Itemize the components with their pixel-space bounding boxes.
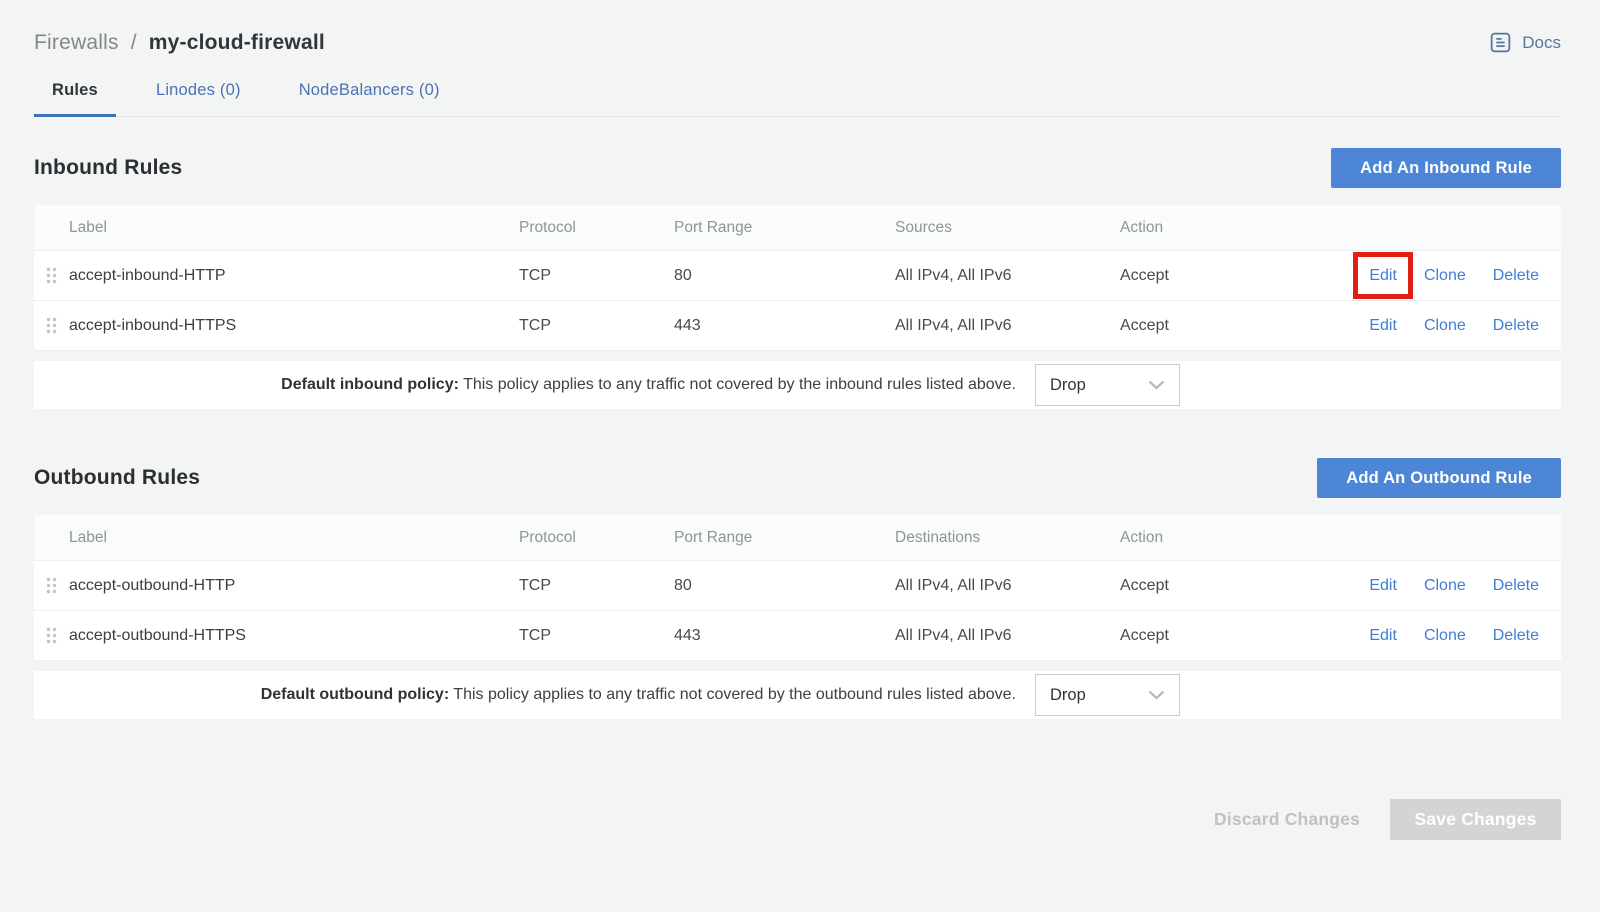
column-header-action: Action bbox=[1120, 529, 1290, 547]
table-row: accept-outbound-HTTPS TCP 443 All IPv4, … bbox=[34, 611, 1561, 661]
column-header-protocol: Protocol bbox=[519, 529, 674, 547]
rule-protocol: TCP bbox=[519, 317, 674, 335]
footer-actions: Discard Changes Save Changes bbox=[34, 799, 1561, 840]
clone-rule-button[interactable]: Clone bbox=[1424, 577, 1466, 595]
delete-rule-button[interactable]: Delete bbox=[1493, 577, 1539, 595]
outbound-table-header: Label Protocol Port Range Destinations A… bbox=[34, 515, 1561, 561]
drag-handle[interactable] bbox=[34, 267, 69, 284]
breadcrumb: Firewalls / my-cloud-firewall bbox=[34, 31, 325, 55]
delete-rule-button[interactable]: Delete bbox=[1493, 627, 1539, 645]
breadcrumb-separator: / bbox=[131, 31, 137, 54]
add-outbound-rule-button[interactable]: Add An Outbound Rule bbox=[1317, 458, 1561, 498]
edit-rule-button[interactable]: Edit bbox=[1369, 317, 1397, 335]
top-bar: Firewalls / my-cloud-firewall Docs bbox=[34, 30, 1561, 55]
breadcrumb-firewalls-link[interactable]: Firewalls bbox=[34, 31, 119, 54]
save-changes-button[interactable]: Save Changes bbox=[1390, 799, 1561, 840]
column-header-action: Action bbox=[1120, 219, 1290, 237]
table-row: accept-inbound-HTTP TCP 80 All IPv4, All… bbox=[34, 251, 1561, 301]
rule-label: accept-inbound-HTTPS bbox=[69, 317, 519, 335]
drag-handle[interactable] bbox=[34, 577, 69, 594]
rule-port-range: 80 bbox=[674, 267, 895, 285]
column-header-protocol: Protocol bbox=[519, 219, 674, 237]
column-header-label: Label bbox=[69, 529, 519, 547]
rule-port-range: 443 bbox=[674, 317, 895, 335]
delete-rule-button[interactable]: Delete bbox=[1493, 267, 1539, 285]
inbound-policy-value: Drop bbox=[1050, 376, 1086, 395]
rule-port-range: 443 bbox=[674, 627, 895, 645]
rule-protocol: TCP bbox=[519, 267, 674, 285]
outbound-section-header: Outbound Rules Add An Outbound Rule bbox=[34, 458, 1561, 498]
drag-handle[interactable] bbox=[34, 627, 69, 644]
outbound-policy-select[interactable]: Drop bbox=[1035, 674, 1180, 716]
rule-protocol: TCP bbox=[519, 627, 674, 645]
firewall-detail-page: Firewalls / my-cloud-firewall Docs Rules… bbox=[0, 0, 1600, 912]
edit-rule-button[interactable]: Edit bbox=[1369, 267, 1397, 285]
discard-changes-button[interactable]: Discard Changes bbox=[1184, 809, 1390, 830]
rule-action: Accept bbox=[1120, 627, 1290, 645]
edit-rule-button[interactable]: Edit bbox=[1369, 627, 1397, 645]
inbound-policy-text: Default inbound policy: This policy appl… bbox=[281, 376, 1016, 394]
outbound-rules-table: Label Protocol Port Range Destinations A… bbox=[34, 515, 1561, 661]
edit-rule-button[interactable]: Edit bbox=[1369, 577, 1397, 595]
chevron-down-icon bbox=[1148, 690, 1165, 700]
tab-nodebalancers[interactable]: NodeBalancers (0) bbox=[281, 81, 458, 116]
rule-port-range: 80 bbox=[674, 577, 895, 595]
inbound-policy-row: Default inbound policy: This policy appl… bbox=[34, 361, 1561, 409]
drag-handle-icon bbox=[46, 317, 57, 334]
outbound-policy-value: Drop bbox=[1050, 686, 1086, 705]
rule-sources: All IPv4, All IPv6 bbox=[895, 317, 1120, 335]
column-header-sources: Sources bbox=[895, 219, 1120, 237]
docs-link-label: Docs bbox=[1522, 33, 1561, 53]
rule-sources: All IPv4, All IPv6 bbox=[895, 267, 1120, 285]
chevron-down-icon bbox=[1148, 380, 1165, 390]
delete-rule-button[interactable]: Delete bbox=[1493, 317, 1539, 335]
outbound-rules-title: Outbound Rules bbox=[34, 466, 200, 490]
tab-linodes[interactable]: Linodes (0) bbox=[138, 81, 259, 116]
clone-rule-button[interactable]: Clone bbox=[1424, 627, 1466, 645]
drag-handle[interactable] bbox=[34, 317, 69, 334]
inbound-rules-table: Label Protocol Port Range Sources Action… bbox=[34, 205, 1561, 351]
drag-handle-icon bbox=[46, 627, 57, 644]
rule-destinations: All IPv4, All IPv6 bbox=[895, 627, 1120, 645]
column-header-label: Label bbox=[69, 219, 519, 237]
clone-rule-button[interactable]: Clone bbox=[1424, 267, 1466, 285]
column-header-port-range: Port Range bbox=[674, 529, 895, 547]
page-title: my-cloud-firewall bbox=[149, 31, 325, 54]
table-row: accept-outbound-HTTP TCP 80 All IPv4, Al… bbox=[34, 561, 1561, 611]
drag-handle-icon bbox=[46, 577, 57, 594]
column-header-port-range: Port Range bbox=[674, 219, 895, 237]
rule-label: accept-outbound-HTTP bbox=[69, 577, 519, 595]
rule-destinations: All IPv4, All IPv6 bbox=[895, 577, 1120, 595]
inbound-table-header: Label Protocol Port Range Sources Action bbox=[34, 205, 1561, 251]
rule-label: accept-inbound-HTTP bbox=[69, 267, 519, 285]
rule-protocol: TCP bbox=[519, 577, 674, 595]
rule-action: Accept bbox=[1120, 577, 1290, 595]
rule-action: Accept bbox=[1120, 317, 1290, 335]
tab-bar: Rules Linodes (0) NodeBalancers (0) bbox=[34, 81, 1561, 117]
inbound-policy-select[interactable]: Drop bbox=[1035, 364, 1180, 406]
rule-label: accept-outbound-HTTPS bbox=[69, 627, 519, 645]
table-row: accept-inbound-HTTPS TCP 443 All IPv4, A… bbox=[34, 301, 1561, 351]
rule-action: Accept bbox=[1120, 267, 1290, 285]
add-inbound-rule-button[interactable]: Add An Inbound Rule bbox=[1331, 148, 1561, 188]
inbound-section-header: Inbound Rules Add An Inbound Rule bbox=[34, 148, 1561, 188]
outbound-policy-text: Default outbound policy: This policy app… bbox=[261, 686, 1016, 704]
outbound-policy-row: Default outbound policy: This policy app… bbox=[34, 671, 1561, 719]
inbound-rules-title: Inbound Rules bbox=[34, 156, 182, 180]
column-header-destinations: Destinations bbox=[895, 529, 1120, 547]
docs-link[interactable]: Docs bbox=[1488, 30, 1561, 55]
tab-rules[interactable]: Rules bbox=[34, 81, 116, 116]
docs-icon bbox=[1488, 30, 1513, 55]
clone-rule-button[interactable]: Clone bbox=[1424, 317, 1466, 335]
drag-handle-icon bbox=[46, 267, 57, 284]
